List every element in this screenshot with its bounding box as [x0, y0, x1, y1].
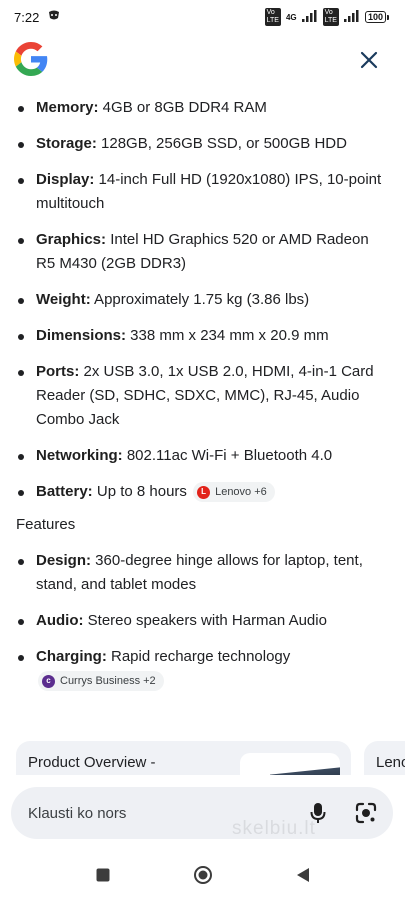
source-chip-currys[interactable]: c Currys Business +2 [38, 671, 164, 692]
currys-logo-icon: c [42, 674, 55, 688]
back-triangle-icon [296, 868, 309, 882]
back-button[interactable] [289, 861, 317, 889]
features-heading: Features [16, 516, 76, 533]
source-cards: Product Overview - Leno [16, 741, 405, 775]
card-thumbnail [240, 753, 340, 775]
circle-icon [193, 866, 212, 884]
system-nav-bar [0, 850, 405, 900]
battery-icon: 100 [364, 11, 389, 23]
card-title: Product Overview - [28, 754, 156, 771]
list-item: Battery: Up to 8 hours L Lenovo +6 [18, 480, 383, 504]
list-item: Weight: Approximately 1.75 kg (3.86 lbs) [18, 288, 383, 312]
list-item: Ports: 2x USB 3.0, 1x USB 2.0, HDMI, 4-i… [18, 360, 383, 432]
close-icon [360, 51, 378, 69]
answer-content: Memory: 4GB or 8GB DDR4 RAM Storage: 128… [0, 96, 405, 705]
microphone-icon [310, 803, 326, 823]
status-bar: 7:22 Vo LTE 4G Vo LTE 100 [0, 0, 405, 34]
lens-button[interactable] [353, 800, 379, 826]
list-item: Storage: 128GB, 256GB SSD, or 500GB HDD [18, 132, 383, 156]
notification-icon [47, 10, 61, 25]
list-item: Graphics: Intel HD Graphics 520 or AMD R… [18, 228, 383, 276]
list-item: Design: 360-degree hinge allows for lapt… [18, 549, 383, 597]
top-bar [0, 38, 405, 86]
google-lens-icon [355, 802, 377, 824]
list-item: Memory: 4GB or 8GB DDR4 RAM [18, 96, 383, 120]
source-card[interactable]: Leno [364, 741, 405, 775]
list-item: Audio: Stereo speakers with Harman Audio [18, 609, 383, 633]
close-button[interactable] [357, 48, 381, 72]
google-logo [14, 42, 48, 76]
list-item: Display: 14-inch Full HD (1920x1080) IPS… [18, 168, 383, 216]
list-item: Charging: Rapid recharge technology c Cur… [18, 645, 383, 693]
recents-button[interactable] [89, 861, 117, 889]
search-bar[interactable]: Klausti ko nors [11, 787, 393, 839]
signal-icon-2 [343, 9, 360, 25]
specs-list: Memory: 4GB or 8GB DDR4 RAM Storage: 128… [0, 96, 405, 504]
volte-icon: Vo LTE [264, 8, 281, 26]
source-chip-lenovo[interactable]: L Lenovo +6 [193, 482, 275, 503]
network-type-label: 4G [285, 12, 297, 22]
source-card[interactable]: Product Overview - [16, 741, 351, 775]
search-input[interactable]: Klausti ko nors [28, 805, 305, 822]
volte-icon-2: Vo LTE [322, 8, 339, 26]
lenovo-logo-icon: L [197, 485, 211, 499]
signal-icon [301, 9, 318, 25]
card-title: Leno [376, 754, 405, 771]
list-item: Dimensions: 338 mm x 234 mm x 20.9 mm [18, 324, 383, 348]
home-button[interactable] [189, 861, 217, 889]
square-icon [96, 868, 109, 882]
voice-search-button[interactable] [305, 800, 331, 826]
status-time: 7:22 [14, 9, 40, 25]
list-item: Networking: 802.11ac Wi-Fi + Bluetooth 4… [18, 444, 383, 468]
features-list: Design: 360-degree hinge allows for lapt… [0, 549, 405, 693]
